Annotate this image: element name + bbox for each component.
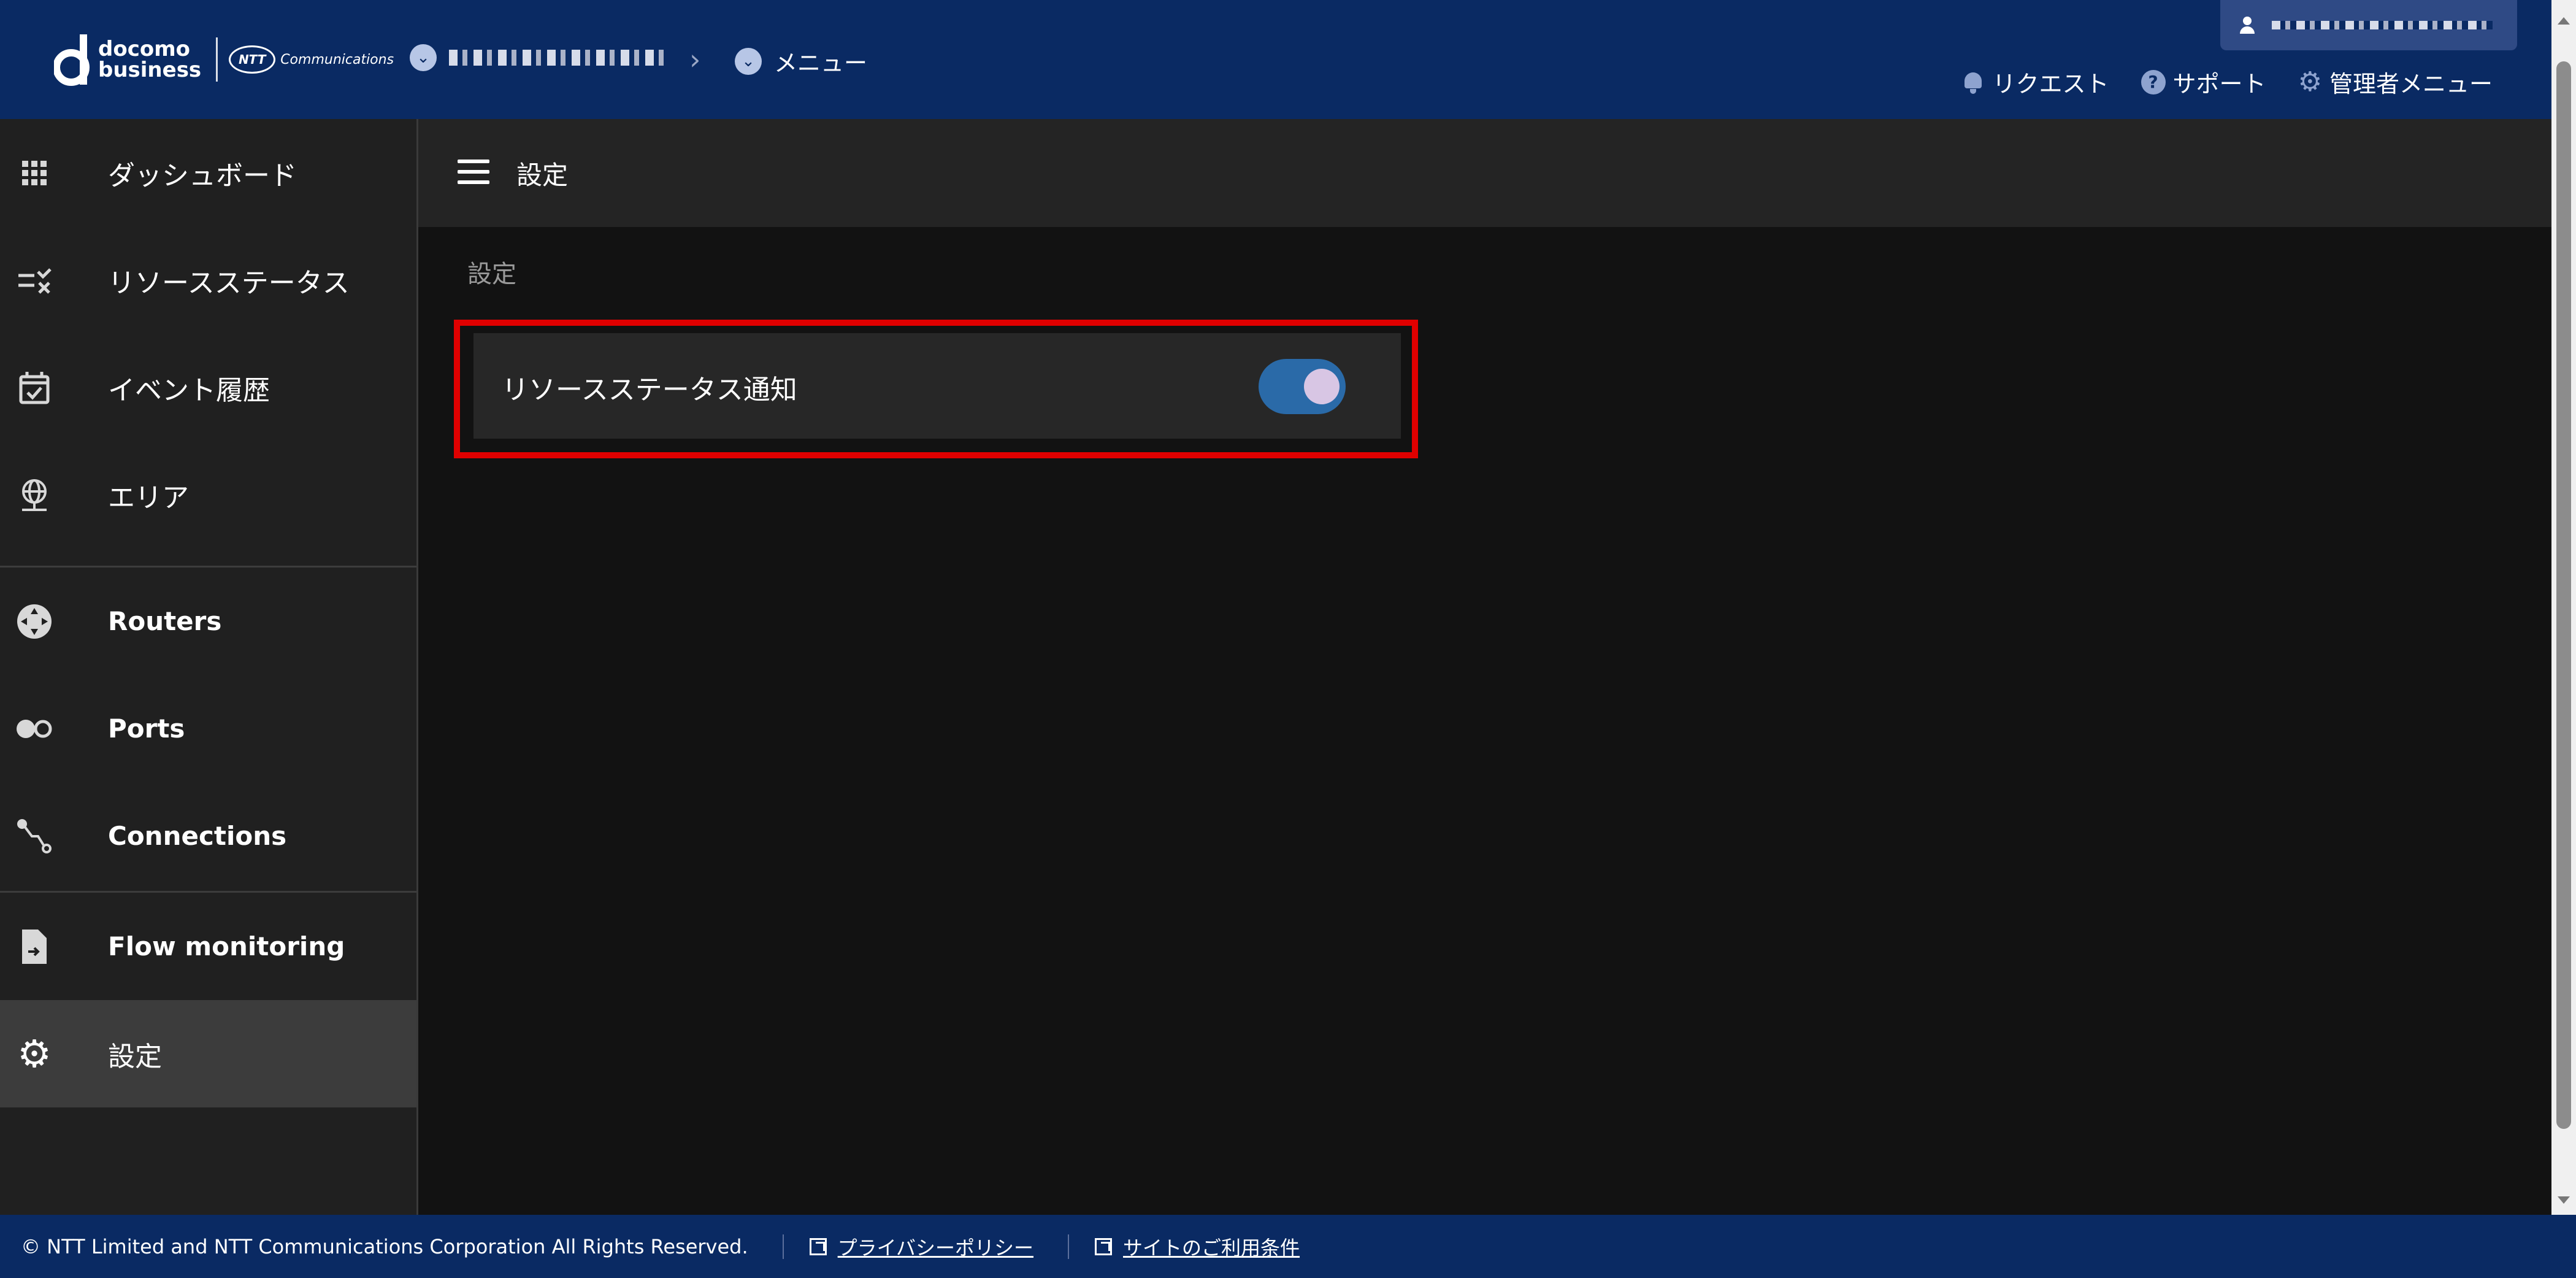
bell-icon <box>1961 70 1985 94</box>
admin-menu-link[interactable]: ⚙ 管理者メニュー <box>2298 65 2493 99</box>
flow-doc-icon <box>15 927 54 966</box>
footer-separator <box>782 1234 784 1259</box>
chevron-down-icon[interactable]: ⌄ <box>735 47 762 75</box>
copyright-text: © NTT Limited and NTT Communications Cor… <box>21 1234 748 1258</box>
sidebar-item-dashboard[interactable]: ダッシュボード <box>0 119 416 226</box>
scrollbar-thumb[interactable] <box>2556 61 2571 1129</box>
account-name-masked <box>449 50 670 66</box>
external-link-icon <box>1095 1238 1113 1255</box>
ntt-communications-logo: NTT Communications <box>229 45 394 74</box>
globe-icon <box>15 475 54 515</box>
breadcrumb-separator-icon: › <box>689 43 701 76</box>
scroll-down-arrow-icon[interactable] <box>2558 1196 2570 1204</box>
scroll-up-arrow-icon[interactable] <box>2558 17 2570 25</box>
ntt-sub-label: Communications <box>280 52 394 67</box>
sidebar-item-connections[interactable]: Connections <box>0 782 416 890</box>
connections-icon <box>15 817 54 856</box>
sidebar-item-settings[interactable]: ⚙ 設定 <box>0 1000 416 1107</box>
ntt-mark: NTT <box>229 45 276 74</box>
gear-icon: ⚙ <box>2298 66 2322 98</box>
router-icon <box>15 602 54 641</box>
brand-line2: business <box>98 58 202 82</box>
grid-icon <box>15 153 54 193</box>
breadcrumb-menu-label: メニュー <box>774 50 868 77</box>
privacy-policy-link[interactable]: プライバシーポリシー <box>809 1233 1033 1261</box>
content-header: 設定 <box>418 119 2551 227</box>
checklist-icon <box>15 261 54 300</box>
docomo-business-logo[interactable]: docomo business NTT Communications <box>53 32 394 87</box>
chevron-down-icon[interactable]: ⌄ <box>410 44 437 71</box>
sidebar-item-resource-status[interactable]: リソースステータス <box>0 226 416 334</box>
breadcrumb-account[interactable]: ⌄ <box>410 44 670 71</box>
external-link-icon <box>809 1238 827 1255</box>
brand-line1: docomo <box>98 37 190 61</box>
header-links: リクエスト ? サポート ⚙ 管理者メニュー <box>1961 65 2493 99</box>
logo-divider <box>216 37 218 82</box>
resource-status-notification-toggle[interactable] <box>1259 359 1346 414</box>
top-header: docomo business NTT Communications ⌄ › ⌄… <box>0 0 2551 119</box>
page-title: 設定 <box>516 160 569 190</box>
sidebar-item-event-history[interactable]: イベント履歴 <box>0 334 416 441</box>
calendar-check-icon <box>15 368 54 407</box>
footer: © NTT Limited and NTT Communications Cor… <box>0 1215 2576 1278</box>
section-title: 設定 <box>467 260 516 288</box>
ports-icon <box>15 709 54 749</box>
toggle-knob <box>1304 369 1340 404</box>
sidebar-item-flow-monitoring[interactable]: Flow monitoring <box>0 893 416 1000</box>
terms-of-use-link[interactable]: サイトのご利用条件 <box>1095 1233 1300 1261</box>
setting-label: リソースステータス通知 <box>502 374 797 406</box>
user-name-masked <box>2272 21 2493 29</box>
docomo-d-icon <box>53 32 92 87</box>
breadcrumb-menu[interactable]: ⌄ メニュー <box>735 44 867 78</box>
user-icon <box>2237 15 2257 35</box>
sidebar-item-routers[interactable]: Routers <box>0 568 416 675</box>
page-scrollbar[interactable] <box>2551 0 2576 1215</box>
footer-separator <box>1068 1234 1070 1259</box>
sidebar-item-ports[interactable]: Ports <box>0 675 416 782</box>
support-link[interactable]: ? サポート <box>2141 65 2266 99</box>
sidebar-item-area[interactable]: エリア <box>0 441 416 549</box>
gear-icon: ⚙ <box>17 1031 52 1076</box>
user-account-box[interactable] <box>2220 0 2517 50</box>
help-icon: ? <box>2141 69 2166 94</box>
hamburger-menu-icon[interactable] <box>458 160 489 184</box>
request-link[interactable]: リクエスト <box>1961 65 2109 99</box>
sidebar: ダッシュボード リソースステータス イベント履歴 エリア Routers Por… <box>0 119 418 1215</box>
resource-status-notification-setting: リソースステータス通知 <box>473 333 1401 439</box>
